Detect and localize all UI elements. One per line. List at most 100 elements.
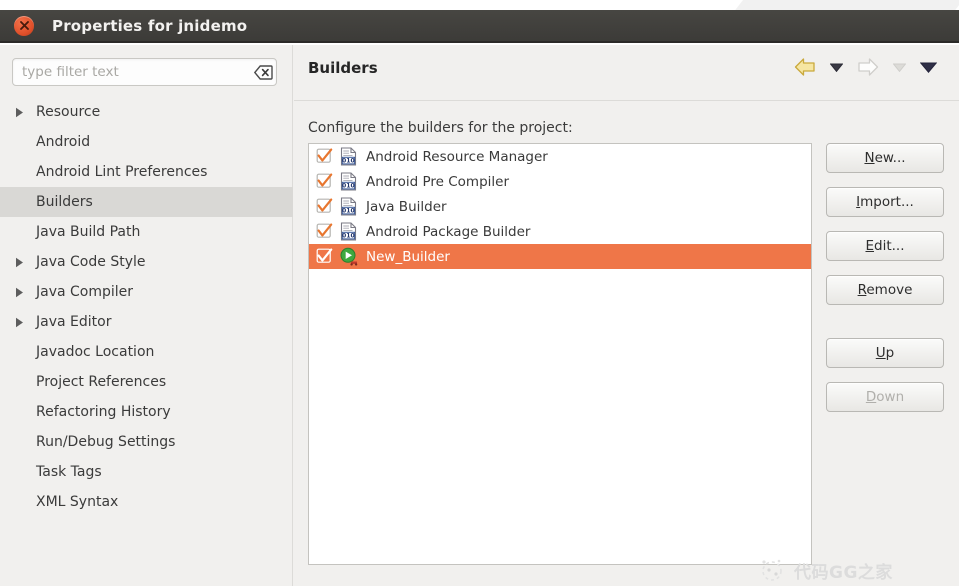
sidebar-item-java-build-path[interactable]: Java Build Path — [0, 217, 293, 247]
up-button[interactable]: Up — [826, 338, 944, 368]
settings-tree[interactable]: Resource Android Android Lint Preferences B… — [0, 97, 293, 517]
builder-list-item[interactable]: 010 Android Resource Manager — [309, 144, 811, 169]
builders-description: Configure the builders for the project: — [308, 120, 573, 136]
sidebar-item-label: Java Build Path — [36, 224, 141, 240]
builder-enabled-checkbox[interactable] — [316, 148, 333, 165]
sidebar-item-label: Builders — [36, 194, 93, 210]
sidebar-item-label: Project References — [36, 374, 167, 390]
sidebar-item-label: Resource — [36, 104, 101, 120]
close-icon — [19, 21, 29, 30]
sidebar-item-builders[interactable]: Builders — [0, 187, 293, 217]
button-label: Down — [865, 389, 905, 405]
builder-enabled-checkbox[interactable] — [316, 173, 333, 190]
builder-enabled-checkbox[interactable] — [316, 198, 333, 215]
sidebar-item-label: XML Syntax — [36, 494, 119, 510]
button-label: Import... — [856, 194, 914, 210]
forward-arrow-icon — [857, 57, 879, 77]
down-button: Down — [826, 382, 944, 412]
page-navigation-toolbar[interactable] — [794, 57, 937, 77]
sidebar-item-task-tags[interactable]: Task Tags — [0, 457, 293, 487]
sidebar-item-label: Android — [36, 134, 91, 150]
import-button[interactable]: Import... — [826, 187, 944, 217]
new-button[interactable]: New... — [826, 143, 944, 173]
builder-document-010-icon: 010 — [339, 146, 359, 167]
back-dropdown-icon[interactable] — [830, 63, 843, 72]
search-input[interactable] — [13, 64, 250, 80]
filter-box[interactable] — [12, 58, 277, 86]
builders-page: Builders Configure the builders for the … — [294, 45, 959, 586]
button-label: Up — [875, 345, 895, 361]
svg-text:010: 010 — [342, 207, 355, 214]
expand-arrow-icon[interactable] — [10, 307, 28, 337]
button-label: Edit... — [865, 238, 905, 254]
sidebar-item-label: Run/Debug Settings — [36, 434, 176, 450]
close-window-button[interactable] — [14, 15, 34, 36]
builder-list-item[interactable]: New_Builder — [309, 244, 811, 269]
sidebar-item-label: Android Lint Preferences — [36, 164, 208, 180]
builders-action-buttons[interactable]: New... Import... Edit... Remove Up Down — [826, 143, 944, 426]
settings-tree-pane: Resource Android Android Lint Preferences B… — [0, 45, 293, 586]
sidebar-item-java-compiler[interactable]: Java Compiler — [0, 277, 293, 307]
sidebar-item-javadoc-location[interactable]: Javadoc Location — [0, 337, 293, 367]
expand-arrow-icon[interactable] — [10, 277, 28, 307]
sidebar-item-android-lint-preferences[interactable]: Android Lint Preferences — [0, 157, 293, 187]
sidebar-item-run-debug-settings[interactable]: Run/Debug Settings — [0, 427, 293, 457]
external-tool-run-icon — [339, 247, 359, 267]
properties-dialog: Resource Android Android Lint Preferences B… — [0, 45, 959, 586]
builder-document-010-icon: 010 — [339, 196, 359, 217]
view-menu-chevron-icon[interactable] — [920, 62, 937, 73]
page-title: Builders — [308, 59, 378, 77]
sidebar-item-label: Task Tags — [36, 464, 102, 480]
button-label: New... — [864, 150, 906, 166]
builder-name-label: Java Builder — [366, 198, 447, 215]
builder-name-label: New_Builder — [366, 248, 450, 265]
builder-list-item[interactable]: 010 Android Package Builder — [309, 219, 811, 244]
builders-list[interactable]: 010 Android Resource Manager 010 Android Pr… — [308, 143, 812, 565]
screen: Properties for jnidemo Resource Android An… — [0, 0, 959, 586]
window-title: Properties for jnidemo — [52, 16, 248, 35]
builder-list-item[interactable]: 010 Java Builder — [309, 194, 811, 219]
window-titlebar: Properties for jnidemo — [0, 10, 959, 43]
expand-arrow-icon[interactable] — [10, 247, 28, 277]
builder-document-010-icon: 010 — [339, 171, 359, 192]
sidebar-item-refactoring-history[interactable]: Refactoring History — [0, 397, 293, 427]
expand-arrow-icon[interactable] — [10, 97, 28, 127]
header-divider — [294, 100, 959, 101]
button-label: Remove — [857, 282, 913, 298]
back-arrow-icon[interactable] — [794, 57, 816, 77]
sidebar-item-android[interactable]: Android — [0, 127, 293, 157]
builder-document-010-icon: 010 — [339, 221, 359, 242]
builder-list-item[interactable]: 010 Android Pre Compiler — [309, 169, 811, 194]
builder-name-label: Android Pre Compiler — [366, 173, 510, 190]
builder-enabled-checkbox[interactable] — [316, 223, 333, 240]
edit-button[interactable]: Edit... — [826, 231, 944, 261]
svg-text:010: 010 — [342, 157, 355, 164]
sidebar-item-project-references[interactable]: Project References — [0, 367, 293, 397]
builder-enabled-checkbox[interactable] — [316, 248, 333, 265]
sidebar-item-xml-syntax[interactable]: XML Syntax — [0, 487, 293, 517]
builder-name-label: Android Resource Manager — [366, 148, 548, 165]
sidebar-item-java-code-style[interactable]: Java Code Style — [0, 247, 293, 277]
sidebar-item-resource[interactable]: Resource — [0, 97, 293, 127]
sidebar-item-label: Refactoring History — [36, 404, 171, 420]
clear-field-icon[interactable] — [250, 59, 276, 85]
sidebar-item-label: Java Compiler — [36, 284, 134, 300]
builder-name-label: Android Package Builder — [366, 223, 531, 240]
forward-dropdown-icon — [893, 63, 906, 72]
sidebar-item-java-editor[interactable]: Java Editor — [0, 307, 293, 337]
sidebar-item-label: Java Editor — [36, 314, 112, 330]
svg-text:010: 010 — [342, 232, 355, 239]
svg-text:010: 010 — [342, 182, 355, 189]
remove-button[interactable]: Remove — [826, 275, 944, 305]
sidebar-item-label: Javadoc Location — [36, 344, 155, 360]
